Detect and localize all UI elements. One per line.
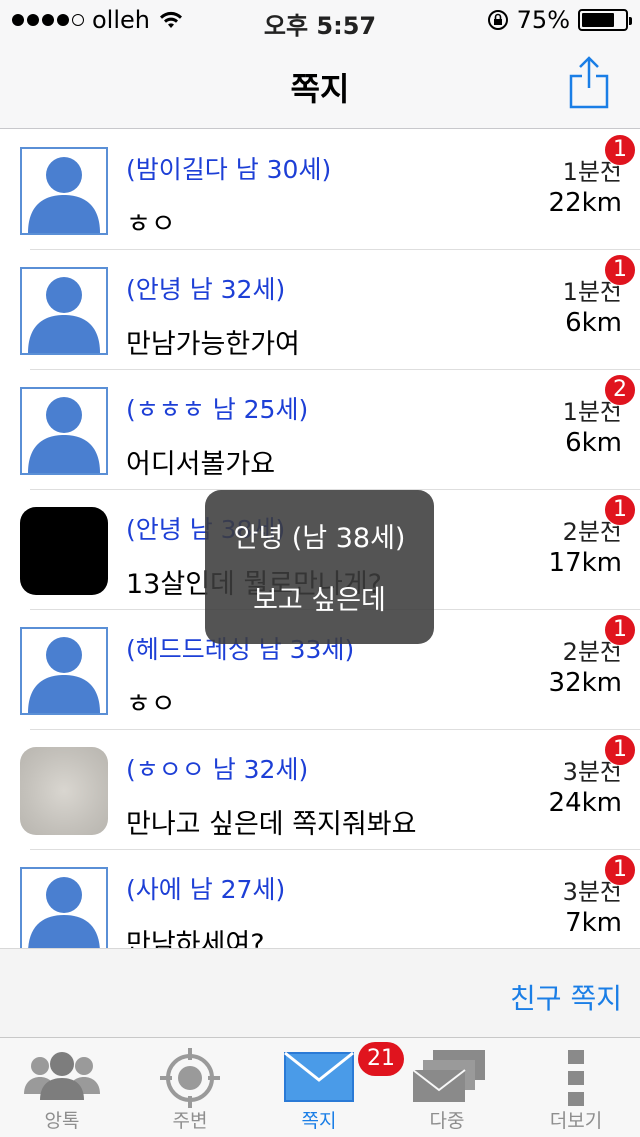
avatar[interactable] (20, 147, 108, 235)
friend-message-button[interactable]: 친구 쪽지 (510, 977, 622, 1017)
unread-badge: 1 (604, 254, 636, 286)
avatar[interactable] (20, 627, 108, 715)
envelope-icon (284, 1052, 354, 1102)
more-icon (568, 1050, 584, 1106)
sender-name: (ㅎㅎㅎ 남 25세) (126, 395, 309, 424)
message-preview: 만남가능한가여 (126, 329, 300, 360)
list-item[interactable]: (안녕 남 32세) 만남가능한가여 1분전 6km 1 (0, 250, 640, 370)
list-item[interactable]: (밤이길다 남 30세) ㅎㅇ 1분전 22km 1 (0, 130, 640, 250)
distance: 32km (548, 668, 622, 698)
target-icon (160, 1048, 220, 1108)
tab-bar: 앙톡 주변 쪽지 21 다중 더보기 (0, 1037, 640, 1137)
list-item[interactable]: (ㅎㅎㅎ 남 25세) 어디서볼가요 1분전 6km 2 (0, 370, 640, 490)
tab-more[interactable]: 더보기 (526, 1038, 626, 1137)
share-icon[interactable] (568, 54, 610, 110)
page-title: 쪽지 (290, 70, 350, 108)
message-preview: 어디서볼가요 (126, 449, 276, 480)
status-bar: olleh 오후 5:57 75% (0, 0, 640, 40)
tab-multi[interactable]: 다중 (397, 1038, 497, 1137)
sender-name: (사에 남 27세) (126, 875, 286, 904)
unread-badge: 1 (604, 614, 636, 646)
avatar[interactable] (20, 867, 108, 948)
distance: 24km (548, 788, 622, 818)
toast-sender: 안녕 (남 38세) (233, 523, 406, 554)
distance: 7km (565, 908, 622, 938)
message-preview: ㅎㅇ (126, 209, 176, 240)
tab-label: 앙톡 (44, 1110, 80, 1132)
message-toast: 안녕 (남 38세) 보고 싶은데 (205, 490, 434, 644)
tab-nearby[interactable]: 주변 (140, 1038, 240, 1137)
sender-name: (ㅎㅇㅇ 남 32세) (126, 755, 309, 784)
unread-badge: 2 (604, 374, 636, 406)
battery-percent: 75% (516, 6, 570, 34)
avatar[interactable] (20, 507, 108, 595)
tab-label: 쪽지 (301, 1110, 337, 1132)
sender-name: (밤이길다 남 30세) (126, 155, 332, 184)
unread-badge: 1 (604, 134, 636, 166)
distance: 6km (565, 308, 622, 338)
unread-badge: 1 (604, 734, 636, 766)
sender-name: (안녕 남 32세) (126, 275, 286, 304)
unread-badge: 1 (604, 854, 636, 886)
avatar[interactable] (20, 387, 108, 475)
status-right: 75% (487, 6, 632, 34)
tab-angtok[interactable]: 앙톡 (12, 1038, 112, 1137)
distance: 17km (548, 548, 622, 578)
distance: 22km (548, 188, 622, 218)
avatar[interactable] (20, 747, 108, 835)
unread-badge: 1 (604, 494, 636, 526)
list-item[interactable]: (사에 남 27세) 만남하세여? 3분전 7km 1 (0, 850, 640, 948)
message-preview: ㅎㅇ (126, 689, 176, 720)
rotation-lock-icon (487, 10, 508, 30)
navigation-bar: 쪽지 (0, 40, 640, 129)
people-icon (24, 1052, 100, 1100)
message-preview: 만나고 싶은데 쪽지줘봐요 (126, 809, 417, 840)
multi-envelope-icon (412, 1050, 485, 1102)
tab-label: 주변 (172, 1110, 208, 1132)
battery-icon (578, 9, 632, 31)
tab-messages[interactable]: 쪽지 (269, 1038, 369, 1137)
toast-message: 보고 싶은데 (253, 585, 386, 616)
tab-label: 더보기 (549, 1110, 603, 1132)
tab-label: 다중 (429, 1110, 465, 1132)
avatar[interactable] (20, 267, 108, 355)
message-preview: 만남하세여? (126, 929, 265, 948)
friend-message-bar: 친구 쪽지 (0, 948, 640, 1037)
list-item[interactable]: (ㅎㅇㅇ 남 32세) 만나고 싶은데 쪽지줘봐요 3분전 24km 1 (0, 730, 640, 850)
distance: 6km (565, 428, 622, 458)
